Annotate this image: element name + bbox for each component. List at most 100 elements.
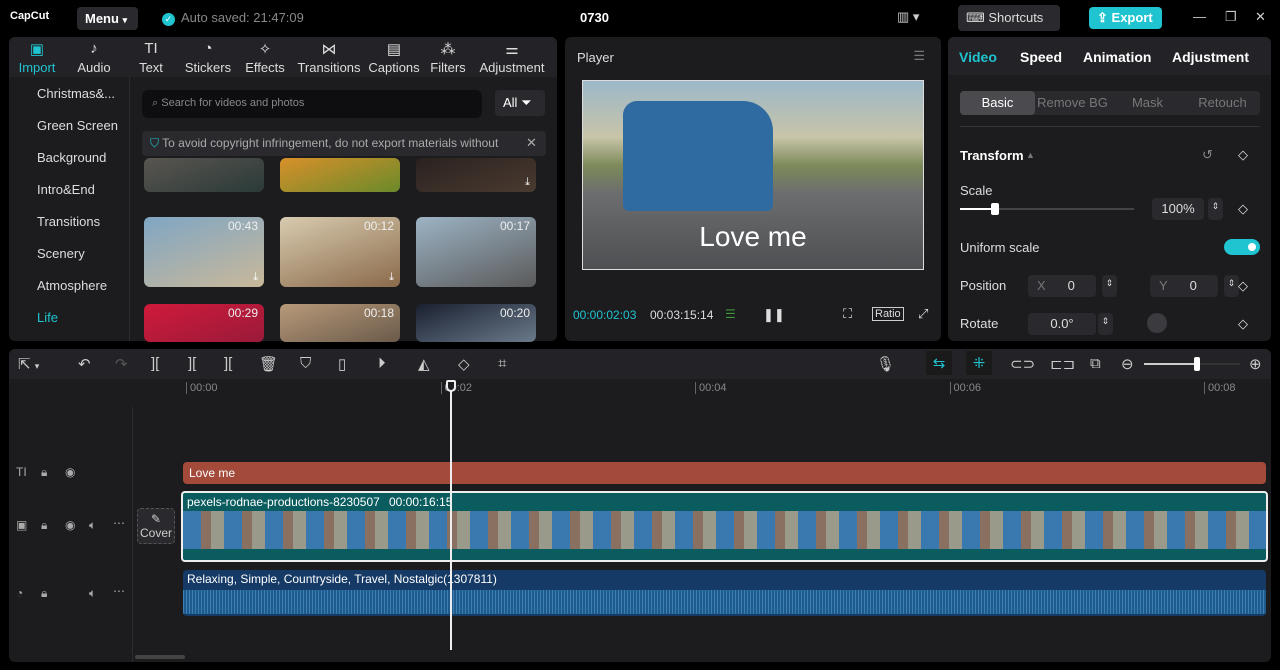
rotate-input[interactable]: 0.0° xyxy=(1028,313,1096,335)
export-button[interactable]: ⇪ Export xyxy=(1089,7,1162,29)
category-item[interactable]: Life xyxy=(37,310,58,325)
collapse-icon[interactable]: ▲ xyxy=(1026,150,1035,160)
cover-button[interactable]: ✎ Cover xyxy=(137,508,175,544)
minimize-icon[interactable]: — xyxy=(1193,9,1206,24)
position-y-input[interactable]: Y0 xyxy=(1150,275,1218,297)
keyframe-icon[interactable]: ◇ xyxy=(1238,316,1248,332)
auto-snap-icon[interactable]: ⁜ xyxy=(966,351,992,375)
keyframe-icon[interactable]: ◇ xyxy=(1238,278,1248,294)
maximize-icon[interactable]: ❐ xyxy=(1225,9,1237,25)
scale-slider[interactable] xyxy=(960,203,1134,215)
split-right-icon[interactable]: ][ xyxy=(224,355,232,372)
subtab-mask[interactable]: Mask xyxy=(1110,91,1185,115)
zoom-in-icon[interactable]: ⊕ xyxy=(1249,355,1262,373)
volume-icon[interactable]: 🔈︎ xyxy=(89,586,96,601)
redo-icon[interactable]: ↷ xyxy=(115,355,128,373)
ratio-button[interactable]: Ratio xyxy=(872,307,904,321)
tab-captions[interactable]: ▤ Captions xyxy=(365,37,423,77)
eye-icon[interactable]: ◉ xyxy=(65,465,75,479)
crop-icon[interactable]: ⌗ xyxy=(498,355,506,372)
lock-icon[interactable]: 🔒︎ xyxy=(41,465,47,480)
layout-icon[interactable]: ▥ ▾ xyxy=(897,9,919,25)
playhead[interactable] xyxy=(446,380,456,650)
media-thumbnail[interactable]: 00:20 xyxy=(416,304,536,342)
reset-icon[interactable]: ↺ xyxy=(1202,147,1213,163)
eye-icon[interactable]: ◉ xyxy=(65,518,75,532)
media-thumbnail[interactable] xyxy=(144,158,264,192)
category-item[interactable]: Transitions xyxy=(37,214,100,229)
subtab-retouch[interactable]: Retouch xyxy=(1185,91,1260,115)
player-menu-icon[interactable]: ☰ xyxy=(913,48,925,64)
pause-icon[interactable]: ❚❚ xyxy=(763,307,785,323)
tab-adjustment[interactable]: Adjustment xyxy=(1172,49,1249,65)
tab-transitions[interactable]: ⋈ Transitions xyxy=(293,37,365,77)
filter-button[interactable]: All ⏷ xyxy=(495,90,545,116)
link-icon[interactable]: ⊂⊃ xyxy=(1010,355,1035,373)
media-thumbnail[interactable]: 00:17 xyxy=(416,217,536,287)
video-clip[interactable]: pexels-rodnae-productions-8230507 00:00:… xyxy=(181,491,1268,562)
main-track-magnet-icon[interactable]: ⇆ xyxy=(926,351,952,375)
tab-effects[interactable]: ✧ Effects xyxy=(237,37,293,77)
category-item[interactable]: Christmas&... xyxy=(37,86,115,101)
uniform-scale-toggle[interactable] xyxy=(1224,239,1260,255)
zoom-fit-icon[interactable]: ⛶ xyxy=(843,306,852,322)
tab-text[interactable]: TI Text xyxy=(123,37,179,77)
category-item[interactable]: Green Screen xyxy=(37,118,118,133)
marker-icon[interactable]: ⛉ xyxy=(300,355,311,372)
tab-animation[interactable]: Animation xyxy=(1083,49,1151,65)
freeze-icon[interactable]: ▯ xyxy=(338,355,346,373)
tab-stickers[interactable]: ◔ Stickers xyxy=(179,37,237,77)
video-preview[interactable]: Love me xyxy=(582,80,924,270)
undo-icon[interactable]: ↶ xyxy=(78,355,91,373)
volume-icon[interactable]: 🔈︎ xyxy=(89,518,96,533)
split-left-icon[interactable]: ][ xyxy=(188,355,196,372)
download-icon[interactable]: ⤓ xyxy=(253,271,258,284)
scale-input[interactable]: 100% xyxy=(1152,198,1204,220)
delete-icon[interactable]: 🗑 xyxy=(259,355,278,373)
timeline-zoom-slider[interactable] xyxy=(1144,357,1240,371)
y-stepper[interactable]: ⇕ xyxy=(1224,275,1239,297)
split-icon[interactable]: ][ xyxy=(151,355,159,372)
menu-button[interactable]: Menu ▾ xyxy=(77,7,138,30)
rotate-icon[interactable]: ◇ xyxy=(458,355,470,373)
category-item[interactable]: Background xyxy=(37,150,106,165)
audio-clip[interactable]: Relaxing, Simple, Countryside, Travel, N… xyxy=(183,570,1266,616)
zoom-out-icon[interactable]: ⊖ xyxy=(1121,355,1134,373)
category-item[interactable]: Scenery xyxy=(37,246,85,261)
select-tool-icon[interactable]: ⇱ ▾ xyxy=(18,355,39,373)
position-x-input[interactable]: X0 xyxy=(1028,275,1096,297)
lock-icon[interactable]: 🔒︎ xyxy=(41,586,47,601)
close-icon[interactable]: ✕ xyxy=(1255,9,1266,25)
tab-audio[interactable]: ♪ Audio xyxy=(65,37,123,77)
subtab-basic[interactable]: Basic xyxy=(960,91,1035,115)
download-icon[interactable]: ⤓ xyxy=(389,271,394,284)
category-item[interactable]: Intro&End xyxy=(37,182,95,197)
rotate-stepper[interactable]: ⇕ xyxy=(1098,313,1113,335)
scale-stepper[interactable]: ⇕ xyxy=(1208,198,1223,220)
category-item[interactable]: Atmosphere xyxy=(37,278,107,293)
zoom-to-fit-icon[interactable]: ⧉ xyxy=(1090,355,1101,372)
reverse-icon[interactable]: ⏵ xyxy=(378,355,386,372)
mirror-icon[interactable]: ◭ xyxy=(418,355,430,373)
download-icon[interactable]: ⤓ xyxy=(525,176,530,189)
tab-import[interactable]: ▣ Import xyxy=(9,37,65,77)
media-thumbnail[interactable]: 00:43 ⤓ xyxy=(144,217,264,287)
shortcuts-button[interactable]: ⌨ Shortcuts xyxy=(958,5,1060,31)
x-stepper[interactable]: ⇕ xyxy=(1102,275,1117,297)
search-input[interactable]: ⌕ Search for videos and photos xyxy=(142,90,482,118)
media-thumbnail[interactable]: 00:12 ⤓ xyxy=(280,217,400,287)
rotate-dial[interactable] xyxy=(1147,313,1167,333)
media-thumbnail[interactable]: 00:29 xyxy=(144,304,264,342)
more-icon[interactable]: ⋯ xyxy=(113,516,125,530)
tab-video[interactable]: Video xyxy=(959,49,997,65)
subtab-remove-bg[interactable]: Remove BG xyxy=(1035,91,1110,115)
media-thumbnail[interactable] xyxy=(280,158,400,192)
transform-heading[interactable]: Transform xyxy=(960,148,1024,163)
close-notice-icon[interactable]: ✕ xyxy=(526,135,537,151)
more-icon[interactable]: ⋯ xyxy=(113,584,125,598)
text-clip[interactable]: Love me xyxy=(183,462,1266,484)
keyframe-icon[interactable]: ◇ xyxy=(1238,147,1248,163)
keyframe-icon[interactable]: ◇ xyxy=(1238,201,1248,217)
tab-adjustment[interactable]: ⚌ Adjustment xyxy=(473,37,551,77)
media-thumbnail[interactable]: 00:18 xyxy=(280,304,400,342)
